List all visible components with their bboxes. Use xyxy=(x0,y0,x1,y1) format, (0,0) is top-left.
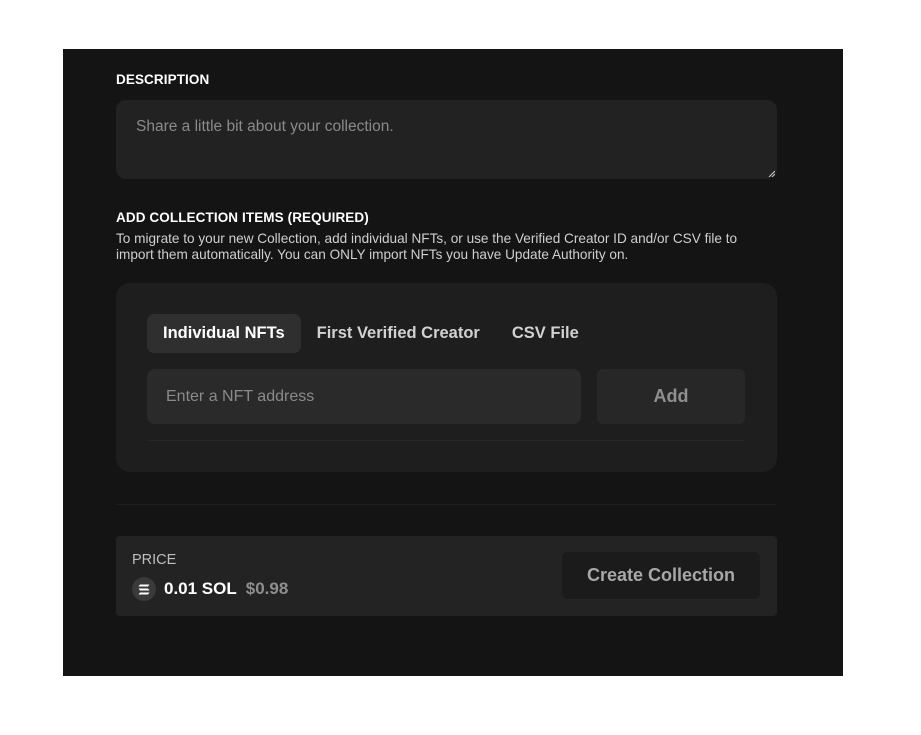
resize-grip-icon[interactable] xyxy=(768,170,775,177)
create-collection-button[interactable]: Create Collection xyxy=(562,552,760,599)
tab-individual-nfts[interactable]: Individual NFTs xyxy=(147,314,301,353)
price-row: 0.01 SOL $0.98 xyxy=(132,577,288,601)
description-placeholder: Share a little bit about your collection… xyxy=(136,118,394,135)
collection-items-help: To migrate to your new Collection, add i… xyxy=(116,231,738,262)
description-textarea[interactable]: Share a little bit about your collection… xyxy=(116,100,777,179)
add-button[interactable]: Add xyxy=(597,369,745,424)
divider xyxy=(147,440,745,441)
section-divider xyxy=(116,504,777,505)
tab-first-verified-creator[interactable]: First Verified Creator xyxy=(301,314,496,353)
price-sol: 0.01 SOL xyxy=(164,579,237,598)
price-bar: PRICE 0.01 SOL $0.98 Create Collection xyxy=(116,536,777,616)
nft-address-input[interactable] xyxy=(147,369,581,424)
description-label: DESCRIPTION xyxy=(116,72,210,87)
tab-csv-file[interactable]: CSV File xyxy=(496,314,595,353)
collection-items-label: ADD COLLECTION ITEMS (REQUIRED) xyxy=(116,210,369,225)
import-tabs: Individual NFTs First Verified Creator C… xyxy=(147,314,595,353)
price-label: PRICE xyxy=(132,552,177,568)
price-usd: $0.98 xyxy=(245,579,289,598)
create-collection-panel: DESCRIPTION Share a little bit about you… xyxy=(63,49,843,676)
collection-items-box: Individual NFTs First Verified Creator C… xyxy=(116,283,777,472)
solana-icon xyxy=(132,577,156,601)
